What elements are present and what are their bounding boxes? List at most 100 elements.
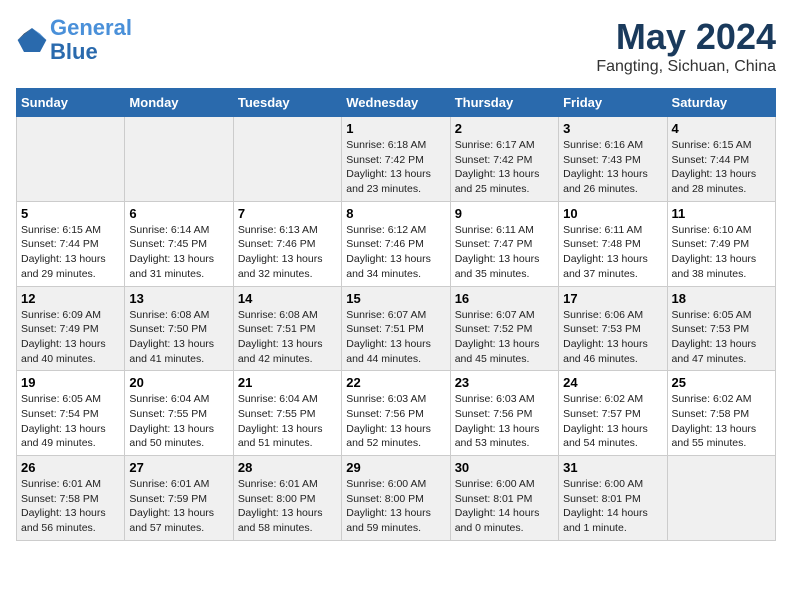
calendar-cell xyxy=(233,117,341,202)
calendar-cell: 16 Sunrise: 6:07 AMSunset: 7:52 PMDayligh… xyxy=(450,286,558,371)
day-number: 27 xyxy=(129,460,228,475)
title-area: May 2024 Fangting, Sichuan, China xyxy=(596,16,776,76)
calendar-cell: 9 Sunrise: 6:11 AMSunset: 7:47 PMDaylight… xyxy=(450,201,558,286)
day-number: 18 xyxy=(672,291,771,306)
main-title: May 2024 xyxy=(596,16,776,58)
day-info: Sunrise: 6:07 AMSunset: 7:51 PMDaylight:… xyxy=(346,308,445,367)
day-number: 12 xyxy=(21,291,120,306)
calendar-cell: 22 Sunrise: 6:03 AMSunset: 7:56 PMDayligh… xyxy=(342,371,450,456)
day-info: Sunrise: 6:08 AMSunset: 7:50 PMDaylight:… xyxy=(129,308,228,367)
day-number: 9 xyxy=(455,206,554,221)
header-row: SundayMondayTuesdayWednesdayThursdayFrid… xyxy=(17,89,776,117)
day-number: 26 xyxy=(21,460,120,475)
day-number: 20 xyxy=(129,375,228,390)
calendar-cell: 23Sunrise: 6:03 AMSunset: 7:56 PMDayligh… xyxy=(450,371,558,456)
calendar-cell: 26 Sunrise: 6:01 AMSunset: 7:58 PMDayligh… xyxy=(17,456,125,541)
week-row-3: 12 Sunrise: 6:09 AMSunset: 7:49 PMDayligh… xyxy=(17,286,776,371)
header-cell-saturday: Saturday xyxy=(667,89,775,117)
day-number: 14 xyxy=(238,291,337,306)
day-number: 10 xyxy=(563,206,662,221)
logo-icon xyxy=(16,24,48,56)
calendar-cell xyxy=(17,117,125,202)
day-number: 29 xyxy=(346,460,445,475)
day-info: Sunrise: 6:15 AMSunset: 7:44 PMDaylight:… xyxy=(672,138,771,197)
day-info: Sunrise: 6:11 AMSunset: 7:48 PMDaylight:… xyxy=(563,223,662,282)
day-info: Sunrise: 6:04 AMSunset: 7:55 PMDaylight:… xyxy=(238,392,337,451)
day-info: Sunrise: 6:18 AMSunset: 7:42 PMDaylight:… xyxy=(346,138,445,197)
header-cell-wednesday: Wednesday xyxy=(342,89,450,117)
calendar-cell: 25 Sunrise: 6:02 AMSunset: 7:58 PMDayligh… xyxy=(667,371,775,456)
calendar-body: 1 Sunrise: 6:18 AMSunset: 7:42 PMDaylight… xyxy=(17,117,776,541)
logo-text: General Blue xyxy=(50,16,132,64)
calendar-cell: 17Sunrise: 6:06 AMSunset: 7:53 PMDayligh… xyxy=(559,286,667,371)
day-info: Sunrise: 6:02 AMSunset: 7:57 PMDaylight:… xyxy=(563,392,662,451)
day-number: 19 xyxy=(21,375,120,390)
day-info: Sunrise: 6:04 AMSunset: 7:55 PMDaylight:… xyxy=(129,392,228,451)
day-number: 3 xyxy=(563,121,662,136)
header: General Blue May 2024 Fangting, Sichuan,… xyxy=(16,16,776,76)
day-info: Sunrise: 6:01 AMSunset: 7:59 PMDaylight:… xyxy=(129,477,228,536)
day-number: 2 xyxy=(455,121,554,136)
week-row-2: 5 Sunrise: 6:15 AMSunset: 7:44 PMDaylight… xyxy=(17,201,776,286)
day-info: Sunrise: 6:12 AMSunset: 7:46 PMDaylight:… xyxy=(346,223,445,282)
calendar-cell: 4Sunrise: 6:15 AMSunset: 7:44 PMDaylight… xyxy=(667,117,775,202)
header-cell-friday: Friday xyxy=(559,89,667,117)
calendar-cell: 13 Sunrise: 6:08 AMSunset: 7:50 PMDayligh… xyxy=(125,286,233,371)
day-number: 22 xyxy=(346,375,445,390)
day-info: Sunrise: 6:11 AMSunset: 7:47 PMDaylight:… xyxy=(455,223,554,282)
calendar-cell: 20 Sunrise: 6:04 AMSunset: 7:55 PMDayligh… xyxy=(125,371,233,456)
day-info: Sunrise: 6:00 AMSunset: 8:01 PMDaylight:… xyxy=(455,477,554,536)
day-info: Sunrise: 6:14 AMSunset: 7:45 PMDaylight:… xyxy=(129,223,228,282)
day-number: 13 xyxy=(129,291,228,306)
calendar-cell: 3Sunrise: 6:16 AMSunset: 7:43 PMDaylight… xyxy=(559,117,667,202)
day-info: Sunrise: 6:01 AMSunset: 7:58 PMDaylight:… xyxy=(21,477,120,536)
day-number: 15 xyxy=(346,291,445,306)
calendar-cell: 18Sunrise: 6:05 AMSunset: 7:53 PMDayligh… xyxy=(667,286,775,371)
day-info: Sunrise: 6:13 AMSunset: 7:46 PMDaylight:… xyxy=(238,223,337,282)
calendar-cell: 19Sunrise: 6:05 AMSunset: 7:54 PMDayligh… xyxy=(17,371,125,456)
calendar-cell: 6 Sunrise: 6:14 AMSunset: 7:45 PMDaylight… xyxy=(125,201,233,286)
day-number: 25 xyxy=(672,375,771,390)
day-number: 8 xyxy=(346,206,445,221)
day-number: 1 xyxy=(346,121,445,136)
calendar-cell: 27 Sunrise: 6:01 AMSunset: 7:59 PMDayligh… xyxy=(125,456,233,541)
day-info: Sunrise: 6:00 AMSunset: 8:01 PMDaylight:… xyxy=(563,477,662,536)
day-info: Sunrise: 6:17 AMSunset: 7:42 PMDaylight:… xyxy=(455,138,554,197)
day-info: Sunrise: 6:07 AMSunset: 7:52 PMDaylight:… xyxy=(455,308,554,367)
day-number: 5 xyxy=(21,206,120,221)
day-number: 21 xyxy=(238,375,337,390)
calendar-cell: 29 Sunrise: 6:00 AMSunset: 8:00 PMDayligh… xyxy=(342,456,450,541)
calendar-cell: 1 Sunrise: 6:18 AMSunset: 7:42 PMDaylight… xyxy=(342,117,450,202)
day-number: 31 xyxy=(563,460,662,475)
calendar-header: SundayMondayTuesdayWednesdayThursdayFrid… xyxy=(17,89,776,117)
header-cell-monday: Monday xyxy=(125,89,233,117)
calendar-cell xyxy=(125,117,233,202)
day-number: 30 xyxy=(455,460,554,475)
header-cell-thursday: Thursday xyxy=(450,89,558,117)
week-row-4: 19Sunrise: 6:05 AMSunset: 7:54 PMDayligh… xyxy=(17,371,776,456)
day-info: Sunrise: 6:10 AMSunset: 7:49 PMDaylight:… xyxy=(672,223,771,282)
day-info: Sunrise: 6:08 AMSunset: 7:51 PMDaylight:… xyxy=(238,308,337,367)
calendar-cell: 8 Sunrise: 6:12 AMSunset: 7:46 PMDaylight… xyxy=(342,201,450,286)
calendar-table: SundayMondayTuesdayWednesdayThursdayFrid… xyxy=(16,88,776,541)
day-number: 24 xyxy=(563,375,662,390)
calendar-cell: 7 Sunrise: 6:13 AMSunset: 7:46 PMDaylight… xyxy=(233,201,341,286)
day-info: Sunrise: 6:06 AMSunset: 7:53 PMDaylight:… xyxy=(563,308,662,367)
calendar-cell: 14 Sunrise: 6:08 AMSunset: 7:51 PMDayligh… xyxy=(233,286,341,371)
day-number: 23 xyxy=(455,375,554,390)
day-number: 6 xyxy=(129,206,228,221)
logo: General Blue xyxy=(16,16,132,64)
day-info: Sunrise: 6:15 AMSunset: 7:44 PMDaylight:… xyxy=(21,223,120,282)
calendar-cell: 28Sunrise: 6:01 AMSunset: 8:00 PMDayligh… xyxy=(233,456,341,541)
day-number: 16 xyxy=(455,291,554,306)
calendar-cell: 10 Sunrise: 6:11 AMSunset: 7:48 PMDayligh… xyxy=(559,201,667,286)
day-info: Sunrise: 6:09 AMSunset: 7:49 PMDaylight:… xyxy=(21,308,120,367)
calendar-cell: 11Sunrise: 6:10 AMSunset: 7:49 PMDayligh… xyxy=(667,201,775,286)
calendar-cell: 2 Sunrise: 6:17 AMSunset: 7:42 PMDaylight… xyxy=(450,117,558,202)
calendar-cell: 5 Sunrise: 6:15 AMSunset: 7:44 PMDaylight… xyxy=(17,201,125,286)
day-info: Sunrise: 6:03 AMSunset: 7:56 PMDaylight:… xyxy=(346,392,445,451)
day-info: Sunrise: 6:01 AMSunset: 8:00 PMDaylight:… xyxy=(238,477,337,536)
day-info: Sunrise: 6:00 AMSunset: 8:00 PMDaylight:… xyxy=(346,477,445,536)
day-info: Sunrise: 6:02 AMSunset: 7:58 PMDaylight:… xyxy=(672,392,771,451)
day-number: 7 xyxy=(238,206,337,221)
